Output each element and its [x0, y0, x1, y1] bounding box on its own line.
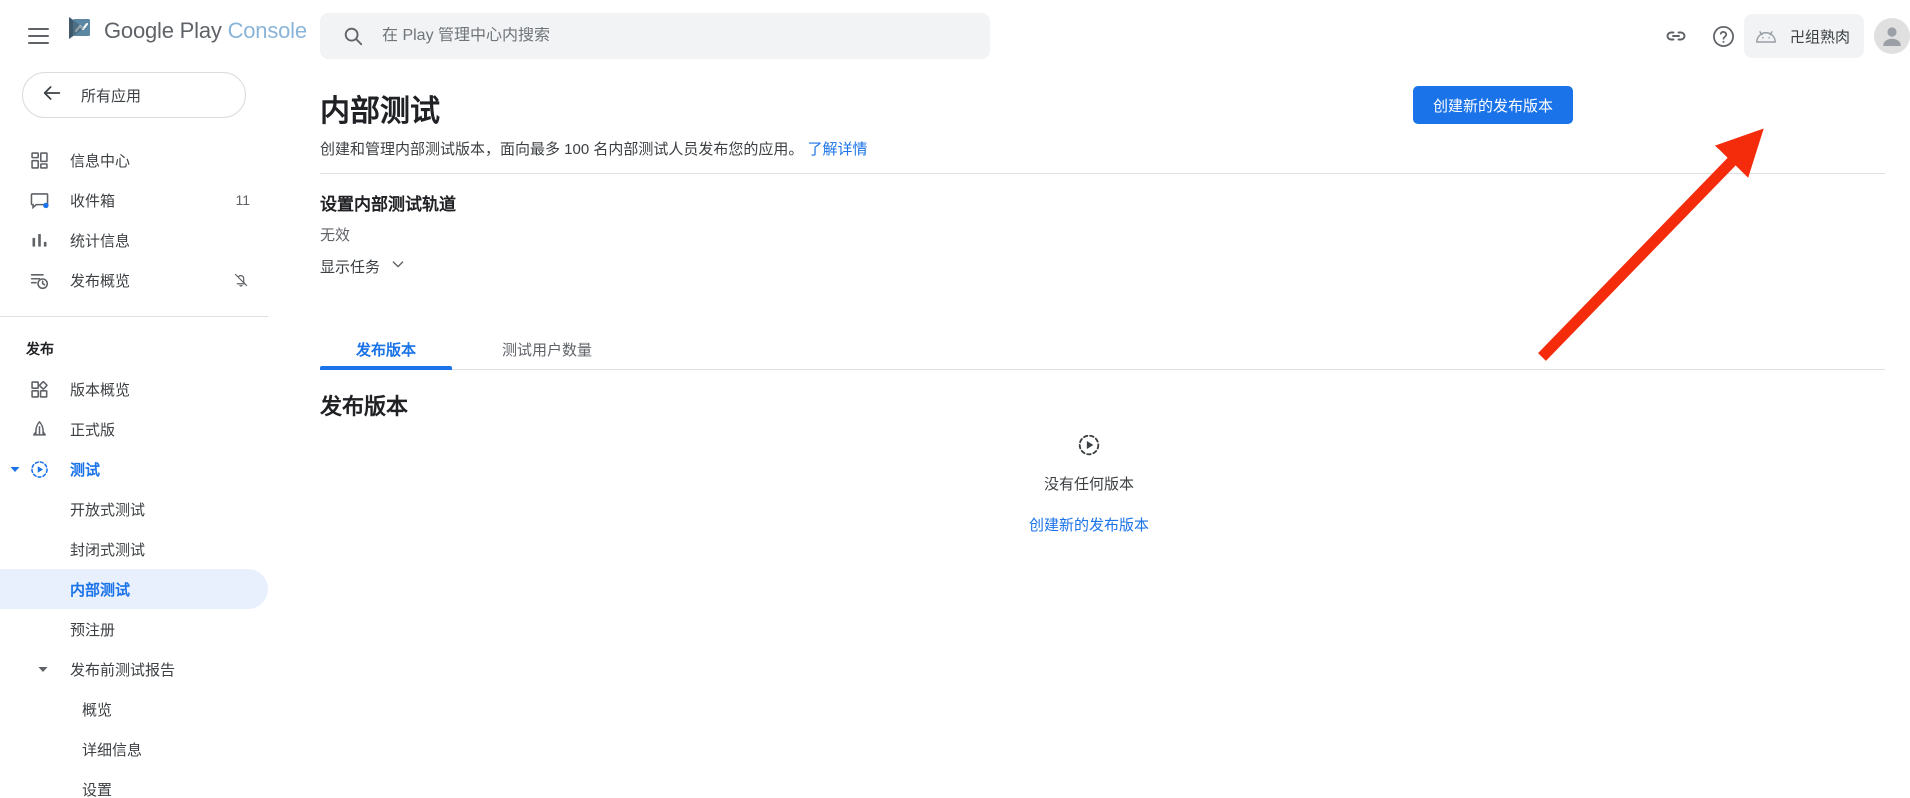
notifications-off-icon[interactable] [232, 271, 250, 289]
release-overview-icon [26, 270, 52, 291]
inbox-unread-count: 11 [235, 192, 250, 208]
tab-releases[interactable]: 发布版本 [320, 330, 452, 368]
sidebar-item-pre-registration[interactable]: 预注册 [0, 609, 268, 649]
sidebar-item-plr-overview-label: 概览 [82, 701, 113, 719]
page-description: 创建和管理内部测试版本，面向最多 100 名内部测试人员发布您的应用。 了解详情 [320, 138, 868, 159]
caret-down-icon[interactable] [8, 462, 22, 476]
caret-down-icon[interactable] [36, 662, 50, 676]
sidebar-item-testing[interactable]: 测试 [0, 449, 268, 489]
left-sidebar-navigation: 所有应用 信息中心 收件箱 11 统计信息 发布概览 发布 版本概览 正式版 测… [0, 72, 268, 798]
help-circle-icon[interactable] [1707, 20, 1739, 52]
sidebar-item-inbox-label: 收件箱 [70, 192, 116, 210]
sidebar-item-release-overview-label: 发布概览 [70, 272, 131, 290]
sidebar-item-statistics-label: 统计信息 [70, 232, 131, 250]
track-setup-title: 设置内部测试轨道 [320, 195, 456, 214]
brand-google-play-text: Google Play [104, 17, 222, 43]
empty-state-panel: 没有任何版本 创建新的发布版本 [268, 432, 1910, 535]
search-bar[interactable] [320, 13, 990, 59]
release-summary-icon [26, 379, 52, 400]
arrow-left-icon [41, 82, 63, 109]
back-to-all-apps-button[interactable]: 所有应用 [22, 72, 246, 118]
sidebar-divider [0, 316, 268, 317]
empty-state-text: 没有任何版本 [1043, 476, 1134, 493]
bar-chart-icon [26, 230, 52, 251]
sidebar-item-production-label: 正式版 [70, 421, 116, 439]
empty-state-create-release-link[interactable]: 创建新的发布版本 [1029, 514, 1149, 535]
main-content-area: 内部测试 创建和管理内部测试版本，面向最多 100 名内部测试人员发布您的应用。… [268, 72, 1910, 798]
sidebar-item-closed-testing-label: 封闭式测试 [70, 541, 146, 559]
sidebar-item-internal-testing[interactable]: 内部测试 [0, 569, 268, 609]
page-description-text: 创建和管理内部测试版本，面向最多 100 名内部测试人员发布您的应用。 [320, 141, 804, 158]
sidebar-section-label-publish: 发布 [26, 341, 54, 357]
google-play-console-brand[interactable]: Google Play Console [64, 13, 307, 48]
sidebar-item-release-summary[interactable]: 版本概览 [0, 369, 268, 409]
sidebar-item-open-testing[interactable]: 开放式测试 [0, 489, 268, 529]
sidebar-item-open-testing-label: 开放式测试 [70, 501, 146, 519]
brand-console-text: Console [227, 17, 308, 43]
sidebar-item-plr-settings-label: 设置 [82, 781, 113, 798]
sidebar-item-production[interactable]: 正式版 [0, 409, 268, 449]
tab-testers-count[interactable]: 测试用户数量 [472, 330, 622, 368]
active-tab-indicator [320, 366, 452, 370]
brand-title: Google Play Console [104, 18, 307, 44]
sidebar-publish-group: 版本概览 正式版 测试 开放式测试 封闭式测试 内部测试 预注册 发布前测试报告… [0, 369, 268, 798]
sidebar-item-closed-testing[interactable]: 封闭式测试 [0, 529, 268, 569]
testing-play-icon [1076, 432, 1102, 463]
learn-more-link[interactable]: 了解详情 [808, 141, 868, 158]
sidebar-item-release-summary-label: 版本概览 [70, 381, 131, 399]
search-icon [342, 25, 364, 47]
testing-play-icon [26, 459, 52, 480]
content-tabs: 发布版本 测试用户数量 [320, 330, 1885, 370]
releases-section-heading: 发布版本 [320, 394, 409, 419]
sidebar-item-pre-launch-report[interactable]: 发布前测试报告 [0, 649, 268, 689]
inbox-icon [26, 190, 52, 211]
sidebar-item-dashboard-label: 信息中心 [70, 152, 131, 170]
sidebar-item-internal-testing-label: 内部测试 [70, 581, 131, 599]
account-switcher-chip[interactable]: 卍组熟肉 [1744, 14, 1865, 58]
production-rocket-icon [26, 419, 52, 440]
page-title: 内部测试 [320, 95, 440, 128]
sidebar-item-inbox[interactable]: 收件箱 11 [0, 180, 268, 220]
sidebar-item-plr-overview[interactable]: 概览 [0, 689, 268, 729]
link-icon[interactable] [1660, 20, 1692, 52]
user-avatar-icon[interactable] [1874, 18, 1910, 54]
sidebar-top-group: 信息中心 收件箱 11 统计信息 发布概览 [0, 140, 268, 300]
tabs-baseline [320, 369, 1885, 370]
sidebar-item-plr-details-label: 详细信息 [82, 741, 143, 759]
sidebar-item-pre-registration-label: 预注册 [70, 621, 116, 639]
chevron-down-icon [390, 256, 406, 277]
back-to-all-apps-label: 所有应用 [81, 87, 142, 105]
track-status-text: 无效 [320, 227, 351, 244]
hamburger-menu-icon[interactable] [22, 20, 54, 52]
top-header-bar: Google Play Console 在 Play 管理中心内搜索 卍组熟肉 [0, 0, 1910, 72]
create-new-release-button[interactable]: 创建新的发布版本 [1413, 86, 1574, 124]
show-tasks-toggle[interactable]: 显示任务 [320, 256, 406, 277]
sidebar-item-statistics[interactable]: 统计信息 [0, 220, 268, 260]
account-name-label: 卍组熟肉 [1790, 28, 1851, 46]
sidebar-item-pre-launch-report-label: 发布前测试报告 [70, 661, 176, 679]
sidebar-item-plr-settings[interactable]: 设置 [0, 769, 268, 798]
sidebar-item-release-overview[interactable]: 发布概览 [0, 260, 268, 300]
show-tasks-label: 显示任务 [320, 259, 381, 276]
sidebar-item-dashboard[interactable]: 信息中心 [0, 140, 268, 180]
section-divider [320, 173, 1885, 174]
search-input[interactable] [382, 27, 942, 45]
sidebar-item-testing-label: 测试 [70, 461, 101, 479]
google-play-logo-icon [64, 13, 94, 48]
dashboard-icon [26, 150, 52, 171]
android-robot-icon [1750, 20, 1782, 52]
sidebar-item-plr-details[interactable]: 详细信息 [0, 729, 268, 769]
